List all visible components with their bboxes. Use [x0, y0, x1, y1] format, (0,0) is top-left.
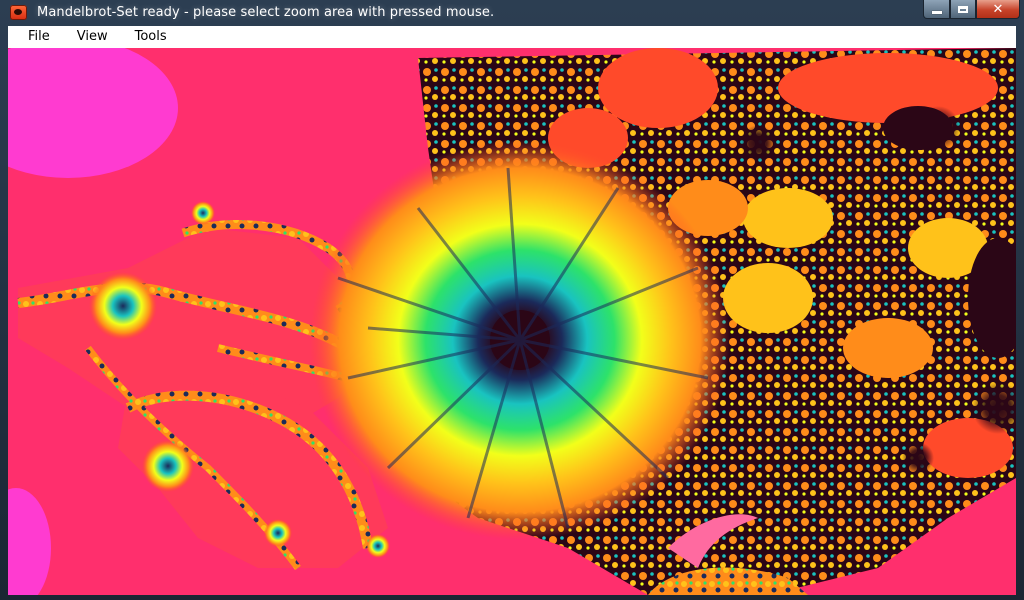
- menu-bar: File View Tools: [8, 26, 1016, 48]
- menu-file[interactable]: File: [19, 26, 59, 48]
- fractal-image: [8, 48, 1016, 595]
- minimize-icon: [931, 10, 942, 14]
- maximize-icon: [958, 5, 968, 13]
- close-icon: ✕: [992, 1, 1004, 17]
- maximize-button[interactable]: [950, 0, 976, 19]
- minimize-button[interactable]: [923, 0, 950, 19]
- window-title: Mandelbrot-Set ready - please select zoo…: [37, 5, 495, 20]
- close-button[interactable]: ✕: [976, 0, 1020, 19]
- mandelbrot-canvas[interactable]: [8, 48, 1016, 595]
- title-bar[interactable]: Mandelbrot-Set ready - please select zoo…: [0, 0, 1024, 26]
- window-controls: ✕: [923, 0, 1020, 20]
- application-window: Mandelbrot-Set ready - please select zoo…: [0, 0, 1024, 600]
- app-icon[interactable]: [10, 5, 27, 20]
- menu-view[interactable]: View: [68, 26, 117, 48]
- menu-tools[interactable]: Tools: [126, 26, 176, 48]
